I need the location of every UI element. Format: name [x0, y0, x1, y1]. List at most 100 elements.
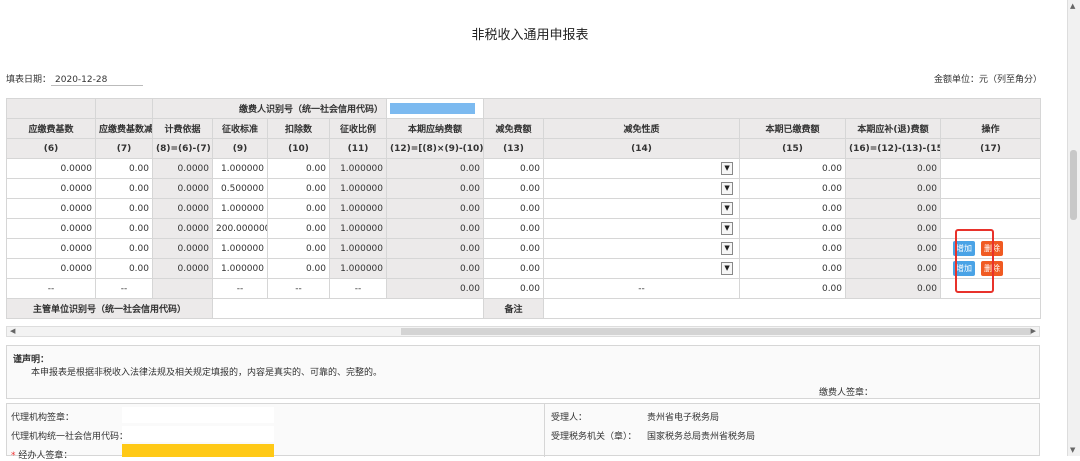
cell-c10[interactable]: 0.00: [267, 158, 330, 179]
cell-c13[interactable]: 0.00: [483, 178, 545, 199]
dropdown-arrow-icon[interactable]: ▼: [721, 242, 734, 255]
total-reduction: 0.00: [483, 278, 545, 299]
declaration-title: 谨声明：: [13, 355, 50, 365]
dropdown-arrow-icon[interactable]: ▼: [721, 162, 734, 175]
reduction-type-select[interactable]: ▼: [543, 258, 741, 279]
cell-c6[interactable]: 0.0000: [6, 258, 96, 279]
cell-c16: 0.00: [845, 198, 942, 219]
cell-c7[interactable]: 0.00: [95, 198, 153, 219]
cell-c10[interactable]: 0.00: [267, 218, 330, 239]
total-due: 0.00: [845, 278, 942, 299]
cell-c7[interactable]: 0.00: [95, 178, 153, 199]
cell-c13[interactable]: 0.00: [483, 258, 545, 279]
agency-sign-field[interactable]: [122, 407, 274, 423]
scroll-up-icon[interactable]: ▲: [1070, 2, 1075, 10]
cell-c9[interactable]: 1.000000: [212, 238, 268, 259]
vertical-scrollbar[interactable]: ▲ ▼: [1067, 0, 1080, 456]
cell-c15[interactable]: 0.00: [739, 218, 847, 239]
total-dash: --: [6, 278, 96, 299]
cell-c6[interactable]: 0.0000: [6, 158, 96, 179]
scrollbar-thumb[interactable]: [401, 328, 1031, 335]
fill-date-label: 填表日期：: [6, 75, 52, 85]
cell-c6[interactable]: 0.0000: [6, 198, 96, 219]
cell-c9[interactable]: 0.500000: [212, 178, 268, 199]
total-dash: --: [267, 278, 330, 299]
cell-c9[interactable]: 200.000000: [212, 218, 268, 239]
vertical-scrollbar-thumb[interactable]: [1070, 150, 1077, 220]
column-code: (10): [267, 138, 330, 159]
cell-c13[interactable]: 0.00: [483, 238, 545, 259]
redacted-id: [390, 103, 476, 114]
cell-c11: 1.000000: [328, 158, 388, 179]
total-dash: --: [95, 278, 153, 299]
cell-c15[interactable]: 0.00: [739, 198, 847, 219]
table-row: 0.0000 0.00 0.0000 200.000000 0.00 1.000000 0.…: [6, 218, 1042, 239]
cell-c6[interactable]: 0.0000: [6, 238, 96, 259]
cell-c9[interactable]: 1.000000: [212, 158, 268, 179]
scroll-right-icon[interactable]: ▶: [1031, 327, 1036, 335]
cell-c10[interactable]: 0.00: [267, 178, 330, 199]
column-code: (11): [328, 138, 388, 159]
cell-c15[interactable]: 0.00: [739, 158, 847, 179]
agency-code-field[interactable]: [122, 426, 274, 442]
cell-c9[interactable]: 1.000000: [212, 258, 268, 279]
column-code: (16)=(12)-(13)-(15): [845, 138, 942, 159]
dropdown-arrow-icon[interactable]: ▼: [721, 202, 734, 215]
scroll-left-icon[interactable]: ◀: [10, 327, 15, 335]
cell-c15[interactable]: 0.00: [739, 238, 847, 259]
taxpayer-id-value[interactable]: [386, 98, 485, 119]
reduction-type-select[interactable]: ▼: [543, 198, 741, 219]
column-header: 本期应纳费额: [386, 118, 485, 139]
handler-sign-field[interactable]: [122, 444, 274, 457]
reduction-type-select[interactable]: ▼: [543, 238, 741, 259]
cell-c7[interactable]: 0.00: [95, 258, 153, 279]
column-code: (13): [483, 138, 545, 159]
cell-c10[interactable]: 0.00: [267, 198, 330, 219]
cell-c13[interactable]: 0.00: [483, 158, 545, 179]
cell-c9[interactable]: 1.000000: [212, 198, 268, 219]
cell-c8: 0.0000: [152, 198, 213, 219]
scroll-down-icon[interactable]: ▼: [1070, 446, 1075, 454]
dropdown-arrow-icon[interactable]: ▼: [721, 262, 734, 275]
column-code: (12)=[(8)×(9)-(10)]×(11): [386, 138, 485, 159]
cell-c6[interactable]: 0.0000: [6, 178, 96, 199]
cell-c12: 0.00: [386, 238, 485, 259]
dropdown-arrow-icon[interactable]: ▼: [721, 222, 734, 235]
agency-code-label: 代理机构统一社会信用代码：: [11, 432, 129, 442]
cell-c6[interactable]: 0.0000: [6, 218, 96, 239]
cell-c10[interactable]: 0.00: [267, 238, 330, 259]
receiver-label: 受理人：: [551, 413, 588, 423]
annotation-highlight-box: [955, 229, 994, 293]
reduction-type-select[interactable]: ▼: [543, 158, 741, 179]
remark-input[interactable]: [543, 298, 1042, 319]
handler-sign-label: 经办人签章：: [18, 451, 73, 461]
cell-c16: 0.00: [845, 218, 942, 239]
page-title: 非税收入通用申报表: [471, 28, 589, 43]
cell-c7[interactable]: 0.00: [95, 238, 153, 259]
cell-c13[interactable]: 0.00: [483, 198, 545, 219]
table-row: 0.0000 0.00 0.0000 1.000000 0.00 1.000000 0.00…: [6, 238, 1042, 259]
receiving-org-value: 国家税务总局贵州省税务局: [647, 432, 756, 442]
cell-c15[interactable]: 0.00: [739, 258, 847, 279]
dropdown-arrow-icon[interactable]: ▼: [721, 182, 734, 195]
blank-header: [6, 98, 96, 119]
cell-c10[interactable]: 0.00: [267, 258, 330, 279]
payer-sign-label: 缴费人签章：: [819, 388, 874, 398]
cell-c13[interactable]: 0.00: [483, 218, 545, 239]
cell-c12: 0.00: [386, 158, 485, 179]
column-header: 本期已缴费额: [739, 118, 847, 139]
cell-c15[interactable]: 0.00: [739, 178, 847, 199]
supervisor-id-input[interactable]: [211, 298, 485, 319]
supervisor-id-label: 主管单位识别号（统一社会信用代码）: [6, 298, 213, 319]
horizontal-scrollbar[interactable]: ◀ ▶: [6, 326, 1040, 337]
reduction-type-select[interactable]: ▼: [543, 218, 741, 239]
reduction-type-select[interactable]: ▼: [543, 178, 741, 199]
cell-c11: 1.000000: [328, 178, 388, 199]
cell-c7[interactable]: 0.00: [95, 218, 153, 239]
cell-c16: 0.00: [845, 178, 942, 199]
amount-unit: 金额单位：元（列至角分）: [933, 75, 1042, 85]
cell-c12: 0.00: [386, 218, 485, 239]
cell-c7[interactable]: 0.00: [95, 158, 153, 179]
cell-c12: 0.00: [386, 258, 485, 279]
declaration-box: 谨声明： 本申报表是根据非税收入法律法规及相关规定填报的，内容是真实的、可靠的、…: [6, 345, 1040, 399]
